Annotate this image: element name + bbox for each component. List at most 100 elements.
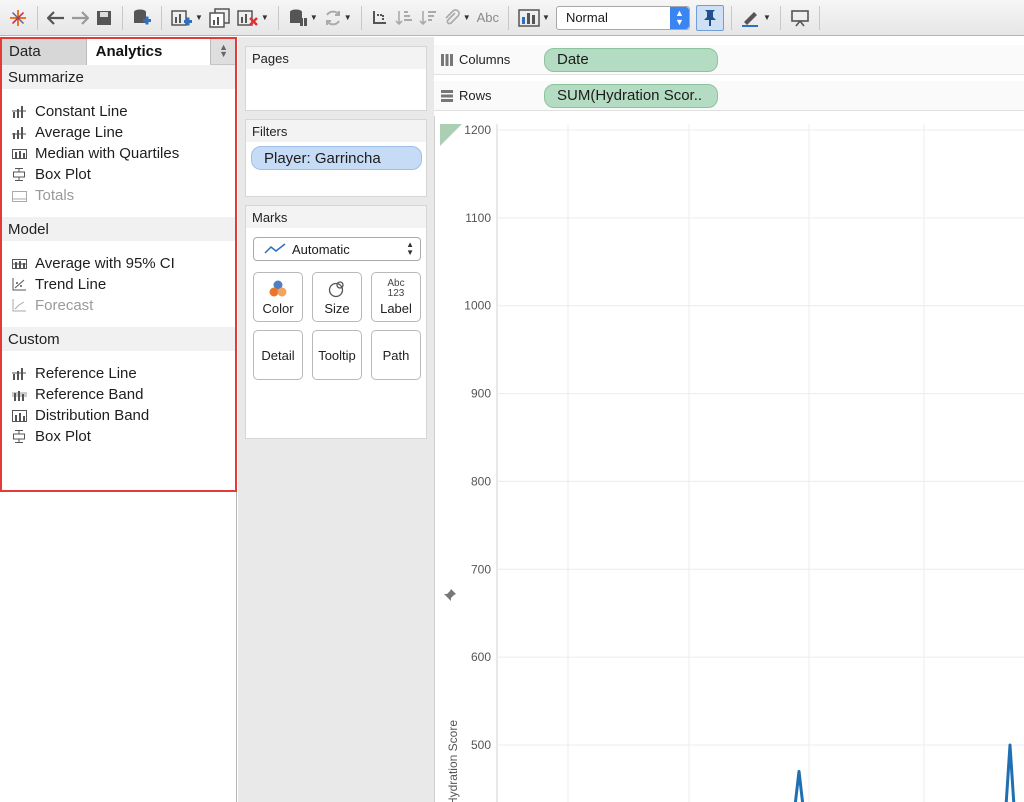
item-label: Median with Quartiles [35,145,180,162]
attach-icon[interactable]: ▼ [441,6,473,30]
forecast-icon [11,299,27,313]
analytics-item-reference-band[interactable]: Reference Band [0,384,236,405]
marks-title: Marks [246,206,426,228]
fit-dropdown[interactable]: Normal ▲ ▼ [555,5,690,30]
highlight-icon[interactable]: ▼ [739,6,773,30]
box-plot-icon [11,168,27,182]
rows-icon [441,89,453,102]
undo-icon[interactable] [45,6,67,30]
analytics-item-average-line[interactable]: Average Line [0,122,236,143]
pages-shelf[interactable]: Pages [245,46,427,111]
pane-menu-icon[interactable]: ▲ ▼ [210,37,236,64]
analytics-item-forecast[interactable]: Forecast [0,295,236,316]
marks-tooltip-button[interactable]: Tooltip [312,330,362,380]
item-label: Reference Band [35,386,144,403]
pause-updates-icon[interactable]: ▼ [286,6,320,30]
chart-area[interactable]: 500 600 700 800 900 1000 1100 1200 Hydration Sc… [434,116,1024,802]
fit-dropdown-value: Normal [565,10,608,25]
save-icon[interactable] [93,6,115,30]
marks-path-button[interactable]: Path [371,330,421,380]
analytics-item-trend-line[interactable]: Trend Line [0,274,236,295]
marks-card: Marks Automatic ▲ ▼ Color Size Abc 123 La… [245,205,427,439]
item-label: Forecast [35,297,94,314]
pane-tabs: Data Analytics ▲ ▼ [0,37,236,65]
rows-pill-hydration[interactable]: SUM(Hydration Scor.. [544,83,718,108]
label-icon[interactable]: Abc [475,6,501,30]
series-line-peak[interactable] [793,769,805,802]
color-icon [269,279,287,299]
marks-size-button[interactable]: Size [312,272,362,322]
clear-sheet-icon[interactable]: ▼ [235,6,271,30]
y-axis-label: Hydration Score [446,719,460,802]
duplicate-sheet-icon[interactable] [207,6,233,30]
tab-data[interactable]: Data [0,37,87,65]
trend-line-icon [11,278,27,292]
pin-icon[interactable] [695,4,724,31]
marks-size-label: Size [324,300,350,316]
analytics-item-constant-line[interactable]: Constant Line [0,101,236,122]
marks-detail-button[interactable]: Detail [253,330,303,380]
filters-shelf[interactable]: Filters Player: Garrincha [245,119,427,197]
marks-label-button[interactable]: Abc 123 Label [371,272,421,322]
filter-pill-player[interactable]: Player: Garrincha [251,146,422,170]
tableau-logo-icon[interactable] [6,6,30,30]
y-tick-label: 700 [471,562,491,576]
analytics-item-totals[interactable]: Totals [0,185,236,206]
rows-label-wrap: Rows [434,88,544,103]
swap-icon[interactable] [369,6,391,30]
sort-ascending-icon[interactable] [393,6,415,30]
item-label: Distribution Band [35,407,150,424]
reference-line-icon [11,367,27,381]
item-label: Average Line [35,124,124,141]
analytics-pane: Data Analytics ▲ ▼ Summarize Constant Lin… [0,37,237,802]
analytics-item-average-ci[interactable]: Average with 95% CI [0,253,236,274]
presentation-icon[interactable] [788,6,812,30]
size-icon [328,279,346,299]
redo-icon[interactable] [69,6,91,30]
reference-band-icon [11,388,27,402]
average-ci-icon [11,257,27,271]
analytics-item-median-quartiles[interactable]: Median with Quartiles [0,143,236,164]
label-icon-123: 123 [387,287,405,299]
series-line-peak[interactable] [1004,743,1016,802]
marks-color-button[interactable]: Color [253,272,303,322]
item-label: Box Plot [35,166,91,183]
sort-descending-icon[interactable] [417,6,439,30]
columns-icon [441,53,453,66]
columns-shelf[interactable]: Columns Date [434,45,1024,75]
marks-detail-label: Detail [261,347,295,363]
y-tick-label: 1000 [464,299,491,313]
analytics-item-distribution-band[interactable]: Distribution Band [0,405,236,426]
analytics-item-box-plot[interactable]: Box Plot [0,164,236,185]
tab-analytics[interactable]: Analytics [86,37,211,65]
section-summarize: Summarize [0,65,236,89]
marks-tooltip-label: Tooltip [318,347,356,363]
fit-stepper-icon[interactable]: ▲ ▼ [669,6,689,29]
analytics-item-reference-line[interactable]: Reference Line [0,363,236,384]
columns-label-wrap: Columns [434,52,544,67]
mark-type-value: Automatic [292,241,350,257]
new-worksheet-icon[interactable]: ▼ [169,6,205,30]
item-label: Reference Line [35,365,137,382]
mark-type-dropdown[interactable]: Automatic ▲ ▼ [253,237,421,261]
y-axis-label-wrap: Hydration Score [443,716,460,802]
refresh-icon[interactable]: ▼ [322,6,354,30]
y-tick-label: 500 [471,738,491,752]
corner-marker [440,124,462,146]
y-tick-label: 1100 [465,211,491,225]
show-me-icon[interactable]: ▼ [516,6,552,30]
label-text-icon: Abc 123 [387,277,405,299]
new-datasource-icon[interactable] [130,6,154,30]
rows-label: Rows [459,88,492,103]
pages-title: Pages [246,47,426,69]
label-icon-abc: Abc [387,277,405,289]
item-label: Trend Line [35,276,107,293]
item-label: Average with 95% CI [35,255,175,272]
totals-icon [11,189,27,203]
rows-shelf[interactable]: Rows SUM(Hydration Scor.. [434,81,1024,111]
analytics-item-box-plot-custom[interactable]: Box Plot [0,426,236,447]
item-label: Totals [35,187,75,204]
mark-type-arrow-icon: ▲ ▼ [406,240,414,257]
columns-label: Columns [459,52,511,67]
columns-pill-date[interactable]: Date [544,47,718,72]
